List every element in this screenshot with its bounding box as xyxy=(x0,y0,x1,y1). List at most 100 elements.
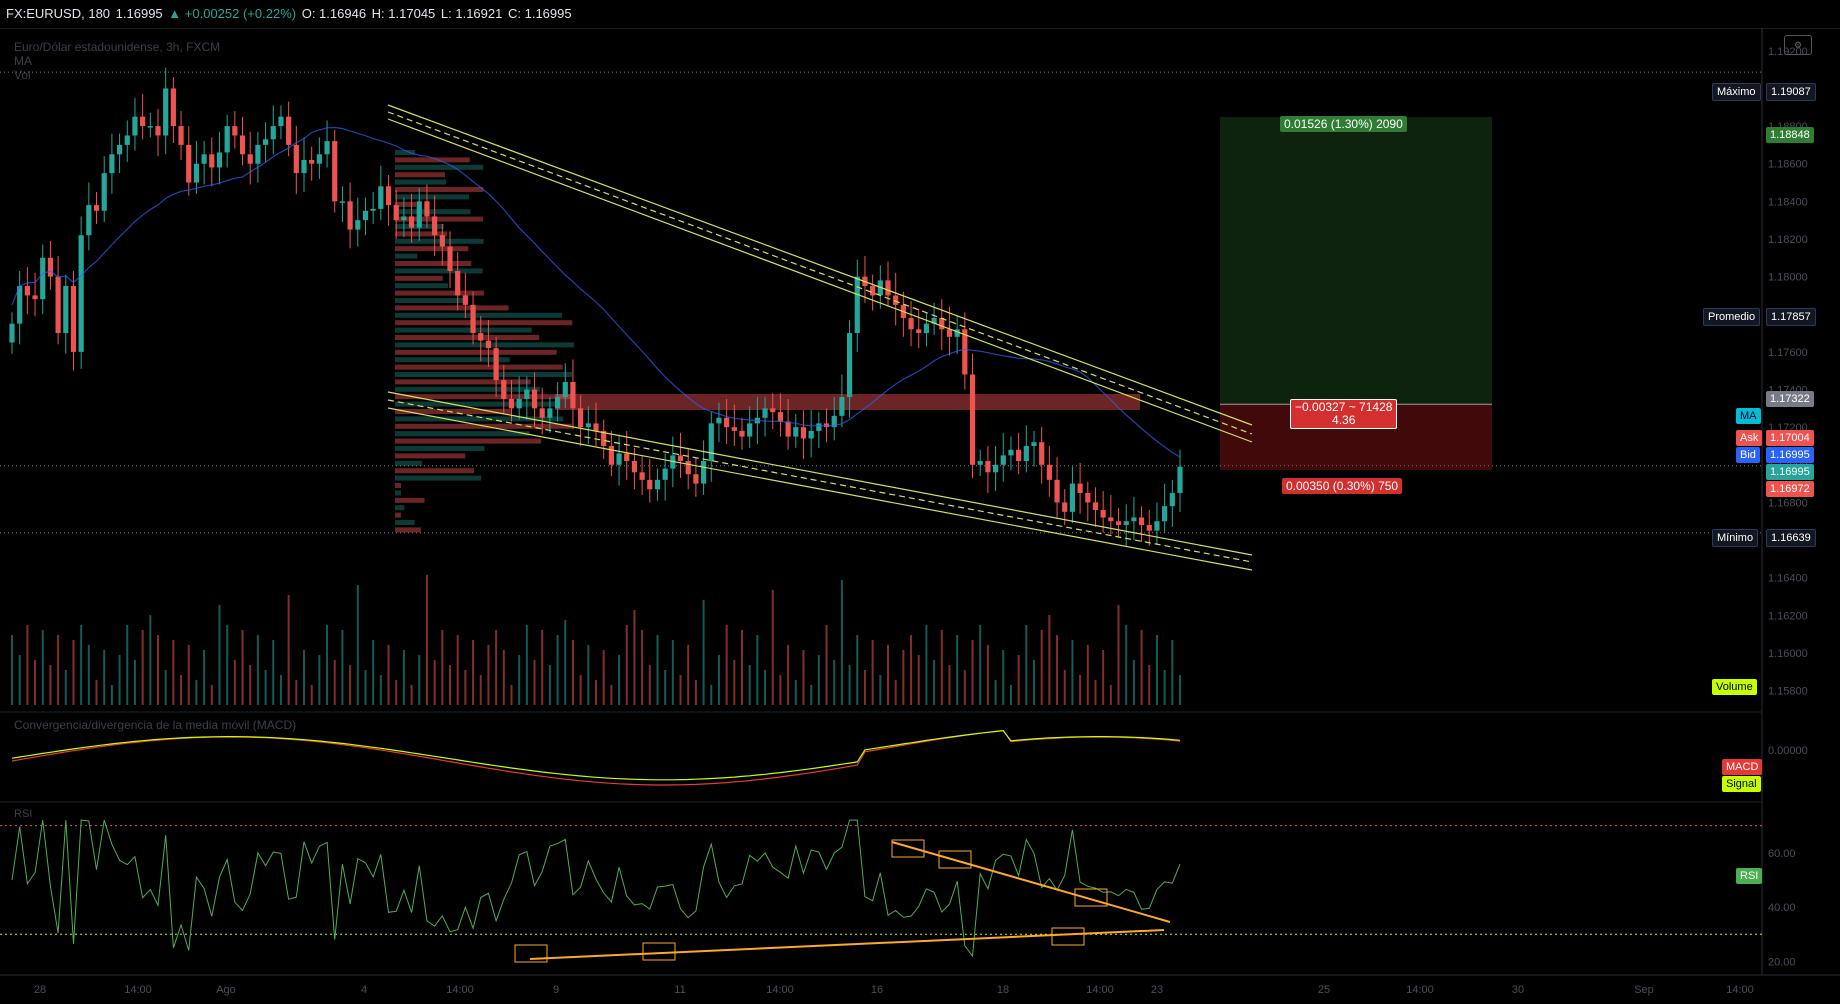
target-label[interactable]: 0.01526 (1.30%) 2090 xyxy=(1280,116,1407,132)
volume-profile-bar xyxy=(395,194,470,200)
volume-profile-bar xyxy=(395,320,573,326)
candle-body xyxy=(24,286,30,296)
volume-bar xyxy=(1148,665,1151,705)
candle-body xyxy=(147,126,153,128)
volume-bar xyxy=(541,630,544,705)
candle-body xyxy=(554,397,561,409)
volume-bar xyxy=(887,645,889,705)
candle-body xyxy=(1100,509,1106,518)
volume-bar xyxy=(633,610,636,705)
candle-body xyxy=(70,286,77,352)
target-price: 1.18848 xyxy=(1770,129,1810,141)
volume-bar xyxy=(241,630,244,705)
candle-body xyxy=(1077,483,1083,494)
rsi-tick-label: 60.00 xyxy=(1768,848,1796,860)
volume-bar xyxy=(80,625,83,705)
volume-profile-bar xyxy=(395,460,423,466)
candle-body xyxy=(977,461,983,465)
volume-bar xyxy=(318,655,321,705)
candle-body xyxy=(86,205,92,236)
volume-bar xyxy=(618,655,621,705)
volume-bar xyxy=(49,665,52,705)
candle-body xyxy=(470,304,476,334)
volume-bar xyxy=(333,660,336,705)
volume-bar xyxy=(187,645,190,705)
volume-profile-bar xyxy=(395,261,472,266)
volume-profile-bar xyxy=(395,490,401,496)
price-tick-label: 1.19200 xyxy=(1768,46,1808,58)
rsi-line xyxy=(11,819,1181,958)
candle-body xyxy=(1115,521,1122,526)
volume-bar xyxy=(648,665,651,705)
candle-body xyxy=(731,427,737,431)
volume-bar xyxy=(641,630,644,705)
volume-bar xyxy=(771,590,774,705)
stop-text: 0.00350 (0.30%) 750 xyxy=(1286,479,1399,493)
time-tick-label: 14:00 xyxy=(766,984,794,996)
candle-body xyxy=(916,329,922,334)
volume-bar xyxy=(303,650,305,705)
volume-bar xyxy=(395,680,398,705)
candle-body xyxy=(224,126,230,153)
candle-body xyxy=(309,159,315,164)
volume-bar xyxy=(564,620,567,705)
candle-body xyxy=(908,318,914,330)
volume-bar xyxy=(1040,630,1043,705)
time-tick-label: 14:00 xyxy=(124,984,152,996)
candle-body xyxy=(462,295,468,305)
volume-bar xyxy=(172,640,175,705)
candle-body xyxy=(93,205,100,211)
volume-bar xyxy=(164,670,167,705)
candle-body xyxy=(316,154,322,164)
volume-profile-bar xyxy=(395,179,446,185)
volume-profile-bar xyxy=(395,512,401,518)
volume-bar xyxy=(817,655,820,705)
candle-body xyxy=(255,144,261,164)
entry-price-tag: 1.17322 xyxy=(1766,391,1814,407)
price-tick-label: 1.15800 xyxy=(1768,686,1808,698)
volume-bar xyxy=(787,645,790,705)
candle-body xyxy=(816,423,822,431)
candle-body xyxy=(677,455,684,462)
volume-bar xyxy=(910,635,913,705)
candle-body xyxy=(132,116,138,136)
stop-label[interactable]: 0.00350 (0.30%) 750 xyxy=(1282,478,1403,494)
candle-body xyxy=(401,216,407,221)
candle-body xyxy=(1054,479,1060,503)
volume-bar xyxy=(387,645,390,705)
volume-bar xyxy=(602,650,605,705)
rsi-highlight-box xyxy=(1051,927,1085,946)
channel-lower-line xyxy=(387,391,1253,556)
candle-body xyxy=(969,374,976,465)
price-chart[interactable]: 1.192001.190001.188001.186001.184001.182… xyxy=(0,0,1840,1004)
volume-profile-bar xyxy=(395,453,466,459)
volume-bar xyxy=(487,645,490,705)
volume-bar xyxy=(902,650,905,705)
time-tick-label: Sep xyxy=(1634,984,1654,996)
volume-bar xyxy=(748,665,751,705)
volume-profile-bar xyxy=(395,327,532,333)
candle-body xyxy=(585,423,591,428)
channel-upper-mid xyxy=(387,111,1253,435)
volume-bar xyxy=(879,675,882,705)
volume-bar xyxy=(264,670,267,705)
volume-bar xyxy=(779,675,782,705)
ask-tag: Ask xyxy=(1736,430,1763,446)
candle-body xyxy=(1069,483,1076,512)
volume-profile-bar xyxy=(395,253,418,259)
volume-profile-bar xyxy=(395,497,425,503)
volume-bar xyxy=(764,670,767,705)
volume-bar xyxy=(149,615,152,705)
max-value: 1.19087 xyxy=(1771,86,1811,98)
last-price-value: 1.16995 xyxy=(1770,466,1810,478)
candle-body xyxy=(923,323,930,334)
volume-label: Volume xyxy=(1716,681,1753,693)
candle-body xyxy=(301,159,307,174)
volume-bar xyxy=(986,645,989,705)
volume-bar xyxy=(925,625,928,705)
time-tick-label: 4 xyxy=(361,984,367,996)
macd-tag: MACD xyxy=(1722,759,1763,775)
volume-profile-bar xyxy=(395,283,449,289)
candle-body xyxy=(286,116,292,145)
risk-label[interactable]: −0.00327 ~ 71428 4.36 xyxy=(1290,399,1398,429)
